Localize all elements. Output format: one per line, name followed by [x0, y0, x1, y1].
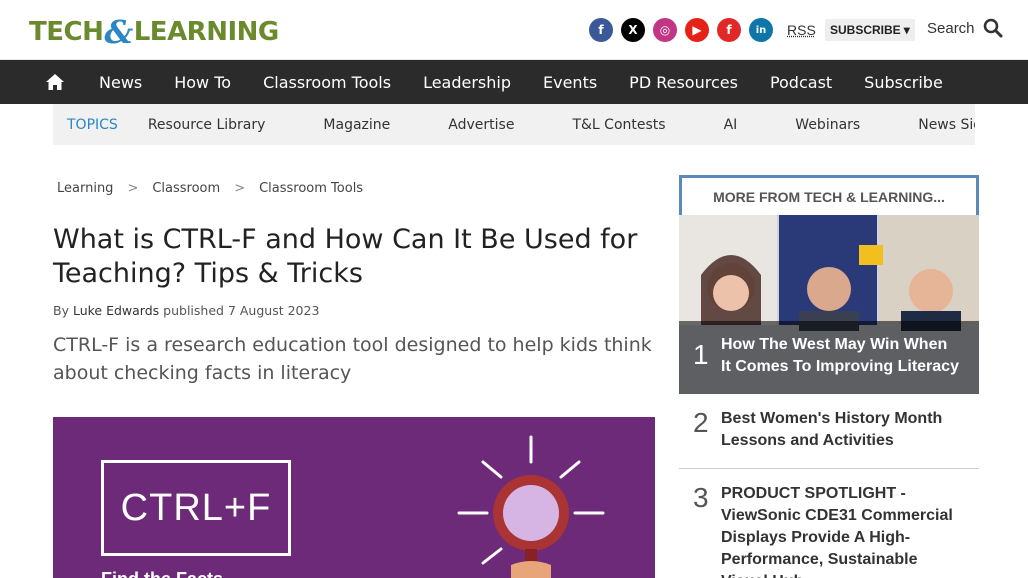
hero-image: CTRL+F Find the Facts: [53, 417, 655, 578]
story-title[interactable]: PRODUCT SPOTLIGHT - ViewSonic CDE31 Comm…: [721, 483, 961, 578]
home-icon: [46, 74, 64, 90]
instagram-icon[interactable]: ◎: [653, 18, 677, 42]
breadcrumb-classroom[interactable]: Classroom: [152, 181, 220, 196]
magnifier-illustration: [457, 435, 605, 578]
main-navigation: News How To Classroom Tools Leadership E…: [0, 60, 1028, 104]
article-title: What is CTRL-F and How Can It Be Used fo…: [53, 224, 638, 289]
logo-text-learning: LEARNING: [133, 17, 280, 47]
nav-item-subscribe[interactable]: Subscribe: [848, 60, 959, 104]
flipboard-icon[interactable]: f: [717, 18, 741, 42]
breadcrumb-learning[interactable]: Learning: [57, 181, 113, 196]
subscribe-dropdown[interactable]: SUBSCRIBE ▾: [825, 19, 915, 41]
topic-magazine[interactable]: Magazine: [323, 117, 390, 133]
caret-down-icon: ▾: [903, 23, 910, 37]
topic-tl-contests[interactable]: T&L Contests: [572, 117, 665, 133]
site-logo[interactable]: TECH & LEARNING: [29, 13, 280, 51]
logo-ampersand: &: [104, 13, 133, 51]
topic-ai[interactable]: AI: [724, 117, 738, 133]
rss-link[interactable]: RSS: [787, 22, 816, 38]
x-icon[interactable]: X: [621, 18, 645, 42]
story-rank: 2: [693, 407, 709, 438]
sidebar-heading: MORE FROM TECH & LEARNING...: [679, 175, 979, 215]
site-header: TECH & LEARNING f X ◎ ▶ f in RSS SUBSCRI…: [0, 0, 1028, 60]
author-link[interactable]: Luke Edwards: [73, 303, 159, 318]
nav-item-events[interactable]: Events: [527, 60, 613, 104]
ctrl-f-logo: CTRL+F: [101, 460, 291, 556]
topic-news-sig[interactable]: News Sig: [918, 117, 975, 133]
story-rank: 3: [693, 482, 709, 513]
sidebar-more-from: MORE FROM TECH & LEARNING... 1 How The W…: [679, 175, 979, 578]
topics-bar: TOPICS Resource Library Magazine Adverti…: [53, 104, 975, 145]
linkedin-icon[interactable]: in: [749, 18, 773, 42]
publish-date: published 7 August 2023: [163, 303, 320, 318]
hero-caption: Find the Facts: [101, 569, 223, 578]
article-standfirst: CTRL-F is a research education tool desi…: [53, 334, 652, 384]
byline-by: By: [53, 303, 69, 318]
nav-item-classroom-tools[interactable]: Classroom Tools: [247, 60, 407, 104]
story-divider: [679, 468, 979, 469]
home-button[interactable]: [27, 60, 83, 104]
breadcrumb-classroom-tools[interactable]: Classroom Tools: [259, 181, 363, 196]
breadcrumb-separator: >: [234, 181, 246, 196]
search-icon: [983, 18, 1003, 38]
search-button[interactable]: Search: [927, 18, 1003, 38]
breadcrumb-separator: >: [127, 181, 139, 196]
topic-webinars[interactable]: Webinars: [795, 117, 860, 133]
nav-item-leadership[interactable]: Leadership: [407, 60, 527, 104]
facebook-icon[interactable]: f: [589, 18, 613, 42]
story-title[interactable]: How The West May Win When It Comes To Im…: [721, 334, 961, 378]
social-links: f X ◎ ▶ f in RSS: [589, 18, 816, 42]
topics-label: TOPICS: [67, 116, 118, 133]
story-title[interactable]: Best Women's History Month Lessons and A…: [721, 408, 961, 452]
breadcrumb: Learning > Classroom > Classroom Tools: [57, 181, 363, 196]
topic-resource-library[interactable]: Resource Library: [148, 117, 266, 133]
nav-item-news[interactable]: News: [83, 60, 158, 104]
topic-advertise[interactable]: Advertise: [448, 117, 514, 133]
youtube-icon[interactable]: ▶: [685, 18, 709, 42]
logo-text-tech: TECH: [29, 17, 104, 47]
nav-item-pd-resources[interactable]: PD Resources: [613, 60, 754, 104]
story-card-1[interactable]: 1 How The West May Win When It Comes To …: [679, 215, 979, 394]
subscribe-label: SUBSCRIBE: [830, 23, 901, 37]
nav-item-podcast[interactable]: Podcast: [754, 60, 848, 104]
nav-item-how-to[interactable]: How To: [158, 60, 247, 104]
search-label: Search: [927, 19, 975, 37]
article-byline: By Luke Edwards published 7 August 2023: [53, 303, 319, 318]
story-rank: 1: [693, 339, 709, 370]
